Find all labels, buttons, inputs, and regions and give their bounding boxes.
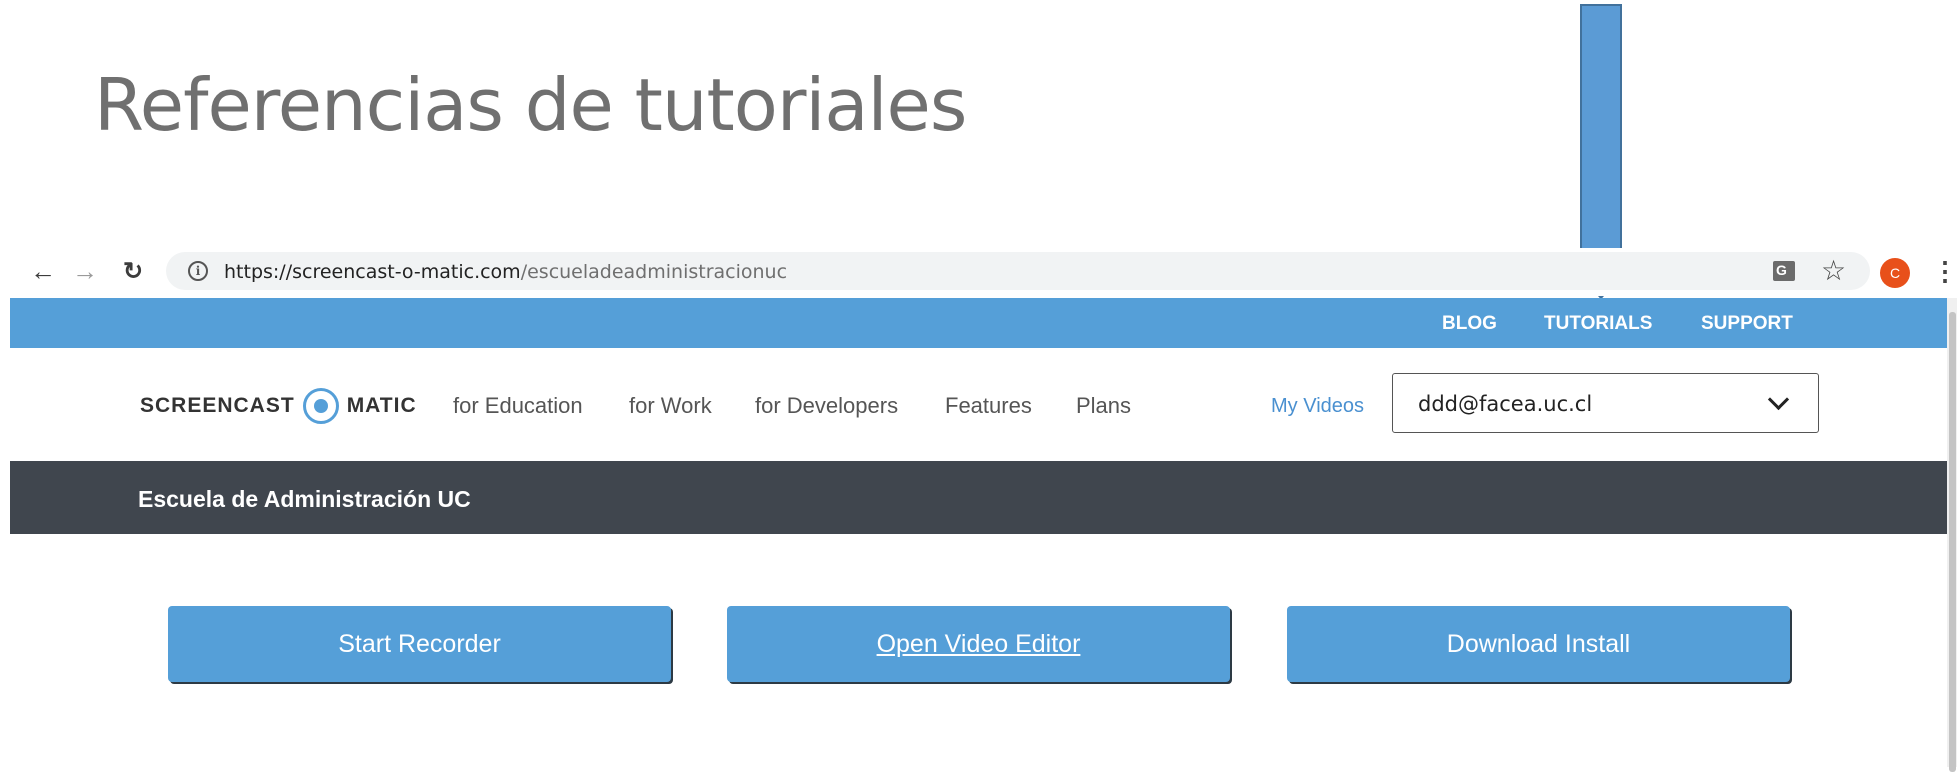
- my-videos-link[interactable]: My Videos: [1271, 395, 1364, 418]
- reload-icon[interactable]: ↻: [118, 256, 148, 286]
- support-link[interactable]: SUPPORT: [1701, 313, 1793, 335]
- url-host: https://screencast-o-matic.com: [224, 261, 521, 283]
- tutorials-link[interactable]: TUTORIALS: [1544, 313, 1652, 335]
- download-install-button[interactable]: Download Install: [1287, 606, 1790, 682]
- info-icon[interactable]: i: [188, 261, 208, 281]
- menu-icon[interactable]: ⋮: [1932, 256, 1957, 287]
- blog-link[interactable]: BLOG: [1442, 313, 1497, 335]
- logo-text-left: SCREENCAST: [140, 394, 295, 417]
- account-dropdown[interactable]: ddd@facea.uc.cl: [1392, 373, 1819, 433]
- translate-icon[interactable]: [1773, 261, 1795, 281]
- start-recorder-button[interactable]: Start Recorder: [168, 606, 671, 682]
- browser-toolbar: ← → ↻ i https://screencast-o-matic.com/e…: [10, 248, 1957, 296]
- nav-for-education[interactable]: for Education: [453, 393, 583, 419]
- forward-arrow-icon[interactable]: →: [70, 256, 100, 286]
- nav-for-developers[interactable]: for Developers: [755, 393, 898, 419]
- chevron-down-icon: [1767, 388, 1790, 411]
- url-text[interactable]: https://screencast-o-matic.com/escuelade…: [224, 261, 787, 283]
- slide-title: Referencias de tutoriales: [94, 63, 967, 147]
- page-scrollbar[interactable]: [1947, 298, 1957, 772]
- site-topbar: BLOG TUTORIALS SUPPORT: [10, 298, 1947, 348]
- profile-icon[interactable]: C: [1880, 258, 1910, 288]
- logo-circle-icon: [302, 388, 339, 424]
- nav-for-work[interactable]: for Work: [629, 393, 712, 419]
- open-video-editor-button[interactable]: Open Video Editor: [727, 606, 1230, 682]
- nav-features[interactable]: Features: [945, 393, 1032, 419]
- url-path: /escueladeadministracionuc: [520, 261, 788, 283]
- back-arrow-icon[interactable]: ←: [28, 256, 58, 286]
- organization-name: Escuela de Administración UC: [138, 486, 471, 512]
- logo-text-right: MATIC: [346, 394, 417, 417]
- account-email: ddd@facea.uc.cl: [1418, 392, 1593, 416]
- star-icon[interactable]: ☆: [1821, 254, 1846, 287]
- nav-plans[interactable]: Plans: [1076, 393, 1131, 419]
- screencast-o-matic-logo[interactable]: SCREENCAST MATIC: [140, 388, 417, 424]
- organization-band: Escuela de Administración UC: [10, 461, 1947, 534]
- address-bar[interactable]: i https://screencast-o-matic.com/escuela…: [166, 252, 1870, 290]
